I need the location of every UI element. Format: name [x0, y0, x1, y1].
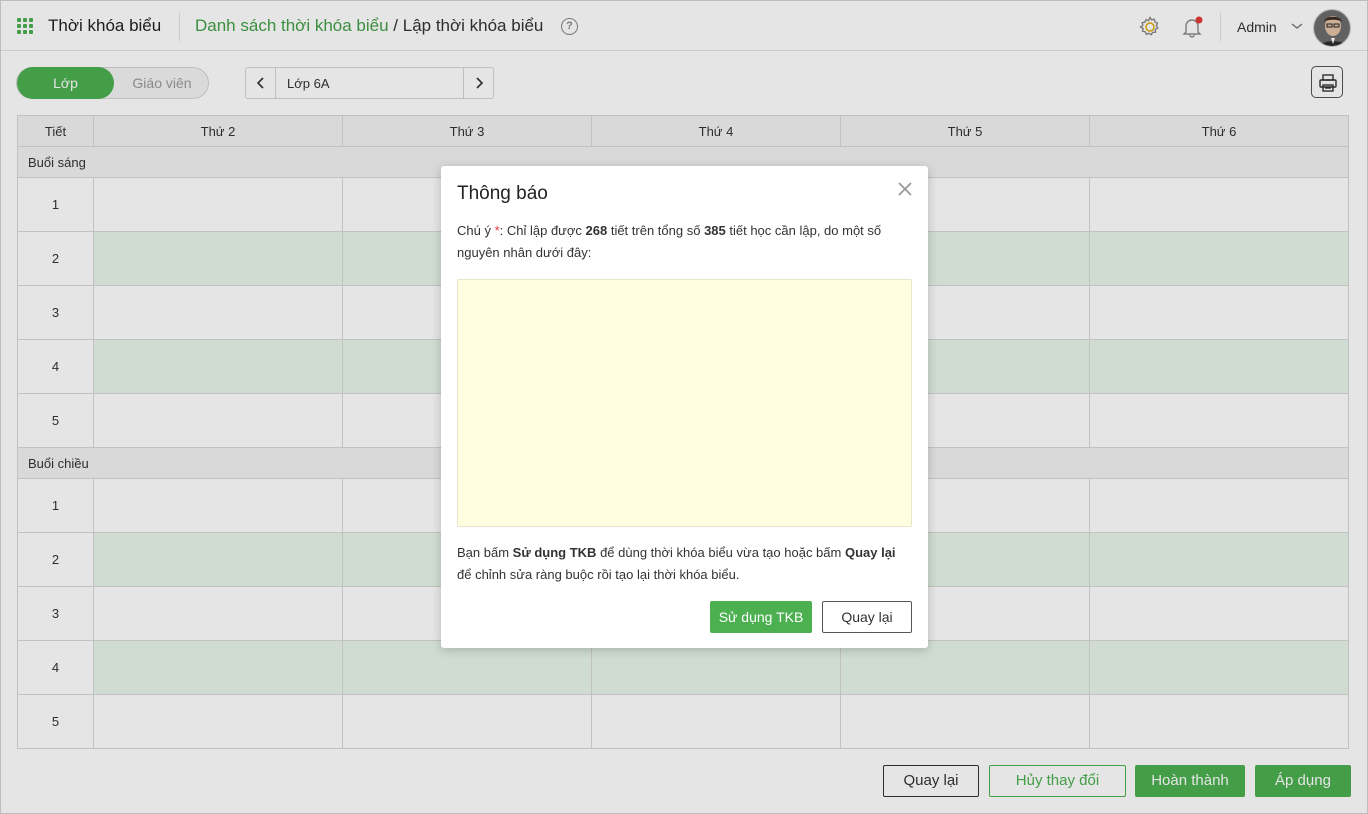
hint-text: để dùng thời khóa biểu vừa tạo hoặc bấm	[596, 545, 845, 560]
dialog-back-button[interactable]: Quay lại	[822, 601, 912, 633]
hint-text: Bạn bấm	[457, 545, 513, 560]
note-text: tiết trên tổng số	[607, 223, 705, 238]
note-prefix: Chú ý	[457, 223, 495, 238]
hint-text: để chỉnh sửa ràng buộc rồi tạo lại thời …	[457, 567, 740, 582]
reason-list-box[interactable]	[457, 279, 912, 527]
scheduled-count: 268	[585, 223, 608, 238]
hint-use-keyword: Sử dụng TKB	[512, 545, 597, 560]
dialog-hint: Bạn bấm Sử dụng TKB để dùng thời khóa bi…	[457, 542, 912, 586]
dialog-note: Chú ý *: Chỉ lập được 268 tiết trên tổng…	[457, 220, 912, 264]
close-icon[interactable]	[896, 180, 914, 198]
notification-dialog: Thông báo Chú ý *: Chỉ lập được 268 tiết…	[441, 166, 928, 648]
note-text: : Chỉ lập được	[499, 223, 586, 238]
total-count: 385	[704, 223, 726, 238]
dialog-title: Thông báo	[457, 183, 548, 204]
hint-back-keyword: Quay lại	[844, 545, 896, 560]
use-timetable-button[interactable]: Sử dụng TKB	[710, 601, 812, 633]
